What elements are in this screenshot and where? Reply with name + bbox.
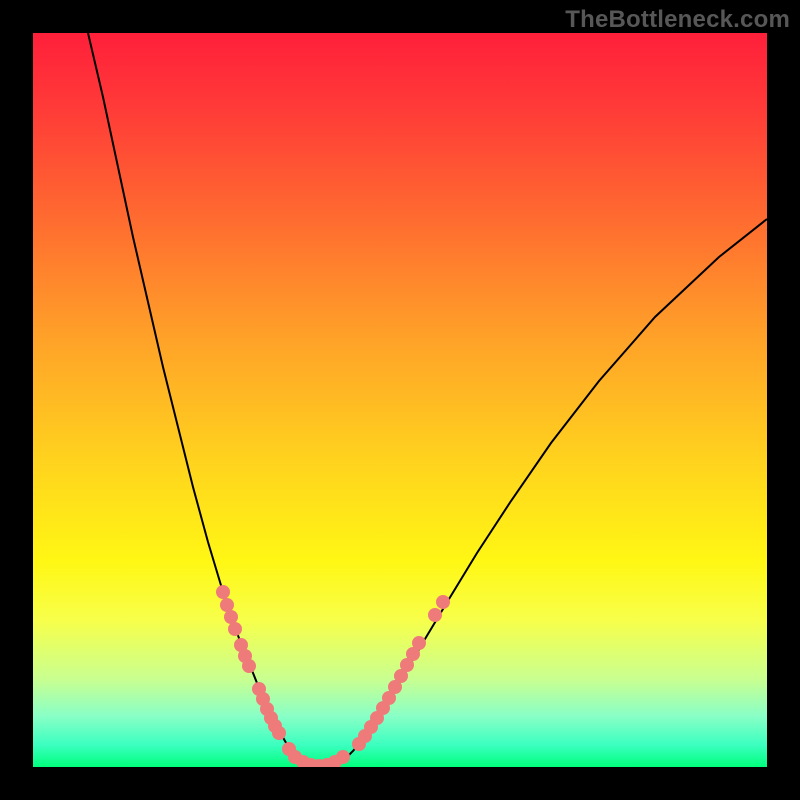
curve-marker [216, 585, 230, 599]
watermark-text: TheBottleneck.com [565, 6, 790, 34]
outer-frame: TheBottleneck.com [0, 0, 800, 800]
curve-marker [224, 610, 238, 624]
curve-marker [412, 636, 426, 650]
curve-marker [220, 598, 234, 612]
curve-marker-group [216, 585, 450, 767]
curve-svg [33, 33, 767, 767]
curve-marker [336, 750, 350, 764]
curve-marker [436, 595, 450, 609]
curve-marker [228, 622, 242, 636]
curve-marker [428, 608, 442, 622]
plot-area [33, 33, 767, 767]
bottleneck-curve [88, 33, 767, 766]
curve-marker [272, 726, 286, 740]
curve-marker [242, 659, 256, 673]
